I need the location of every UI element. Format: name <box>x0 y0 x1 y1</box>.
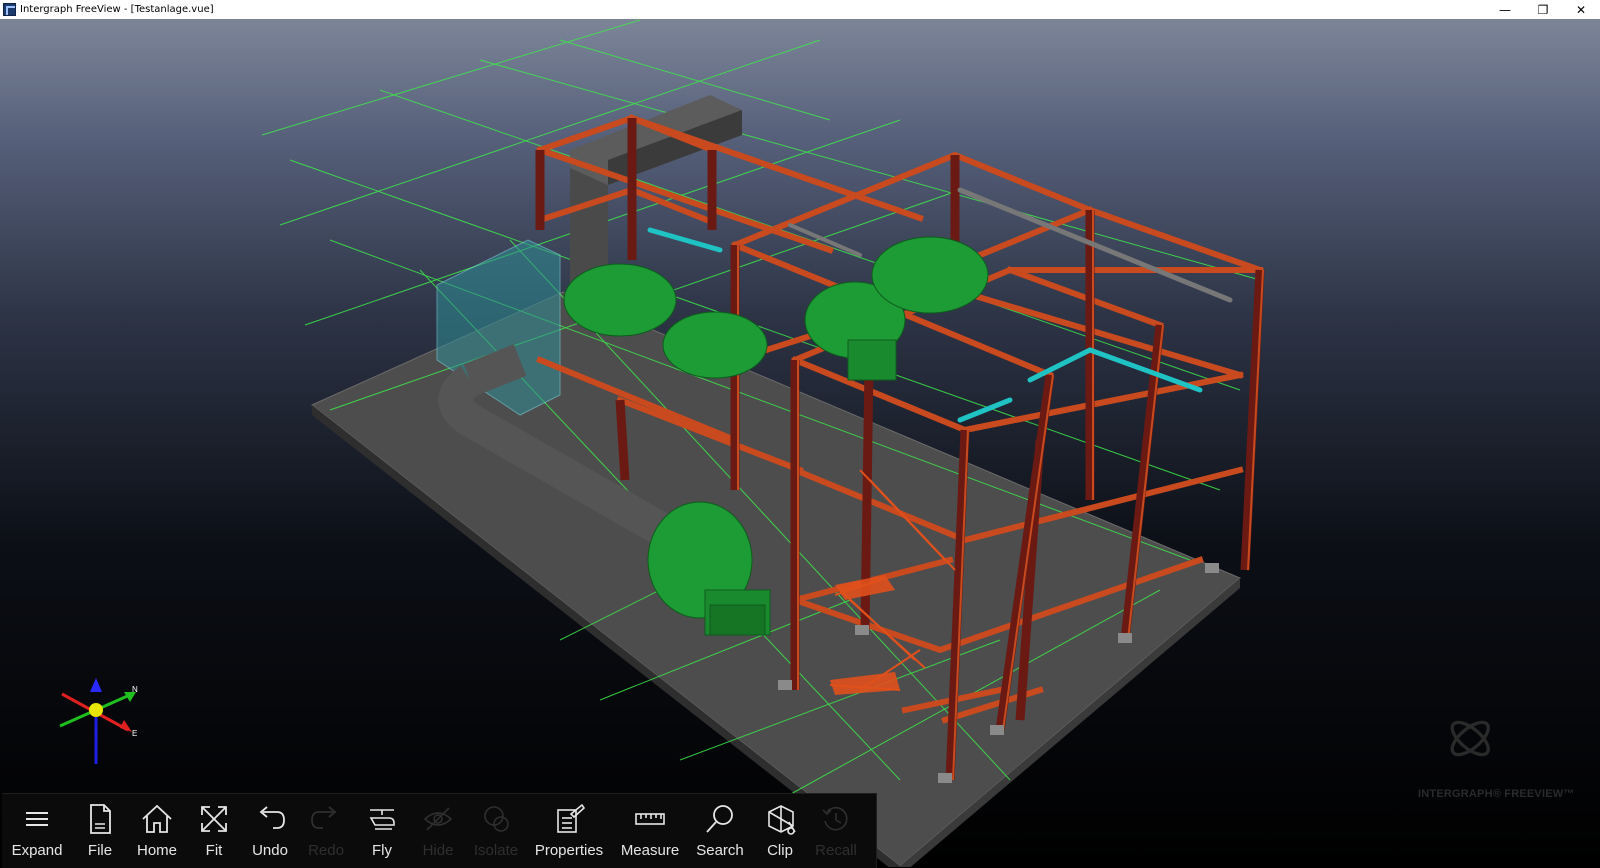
hamburger-icon <box>26 812 48 826</box>
title-bar: Intergraph FreeView - [Testanlage.vue] —… <box>0 0 1600 19</box>
fly-icon <box>369 809 395 830</box>
properties-icon <box>557 803 586 833</box>
hide-button[interactable]: Hide <box>410 794 466 868</box>
fly-button[interactable]: Fly <box>354 794 410 868</box>
bottom-toolbar: Expand File Home Fit Undo Redo Fly Hide … <box>2 793 877 868</box>
watermark-text: INTERGRAPH® FREEVIEW™ <box>1418 788 1575 800</box>
search-label: Search <box>696 842 744 859</box>
minimize-button[interactable]: — <box>1486 0 1524 19</box>
hide-icon <box>423 807 453 831</box>
app-logo-icon <box>3 3 16 16</box>
fit-button[interactable]: Fit <box>186 794 242 868</box>
clip-button[interactable]: Clip <box>752 794 808 868</box>
axis-north-label: N <box>132 685 138 694</box>
recall-icon <box>822 806 848 831</box>
document-icon <box>90 804 111 834</box>
recall-label: Recall <box>815 842 857 859</box>
hide-label: Hide <box>422 842 454 859</box>
search-button[interactable]: Search <box>688 794 752 868</box>
undo-label: Undo <box>252 842 288 859</box>
redo-icon <box>311 806 337 829</box>
undo-icon <box>259 806 285 829</box>
close-button[interactable]: ✕ <box>1562 0 1600 19</box>
clip-icon <box>768 805 796 835</box>
measure-label: Measure <box>620 842 680 859</box>
plant-model[interactable] <box>0 19 1600 867</box>
isolate-button[interactable]: Isolate <box>466 794 526 868</box>
redo-label: Redo <box>308 842 344 859</box>
measure-icon <box>635 813 665 825</box>
3d-viewport[interactable]: El N E INTERGRAPH® FREEVIEW™ <box>0 19 1600 867</box>
isolate-label: Isolate <box>473 842 519 859</box>
redo-button[interactable]: Redo <box>298 794 354 868</box>
axis-gizmo[interactable]: El N E <box>52 674 152 774</box>
file-button[interactable]: File <box>72 794 128 868</box>
home-label: Home <box>136 842 177 859</box>
freeview-logo-icon <box>1450 720 1490 757</box>
properties-button[interactable]: Properties <box>526 794 612 868</box>
window-title: Intergraph FreeView - [Testanlage.vue] <box>20 4 214 15</box>
home-button[interactable]: Home <box>128 794 186 868</box>
fit-label: Fit <box>205 842 223 859</box>
isolate-icon <box>484 806 509 832</box>
measure-button[interactable]: Measure <box>612 794 688 868</box>
expand-label: Expand <box>11 842 63 859</box>
home-icon <box>142 804 172 833</box>
recall-button[interactable]: Recall <box>808 794 864 868</box>
expand-button[interactable]: Expand <box>2 794 72 868</box>
fit-icon <box>201 806 227 832</box>
restore-button[interactable]: ❐ <box>1524 0 1562 19</box>
properties-label: Properties <box>534 842 604 859</box>
clip-label: Clip <box>767 842 793 859</box>
file-label: File <box>87 842 113 859</box>
undo-button[interactable]: Undo <box>242 794 298 868</box>
fly-label: Fly <box>372 842 392 859</box>
axis-east-label: E <box>132 729 137 738</box>
search-icon <box>706 805 733 833</box>
